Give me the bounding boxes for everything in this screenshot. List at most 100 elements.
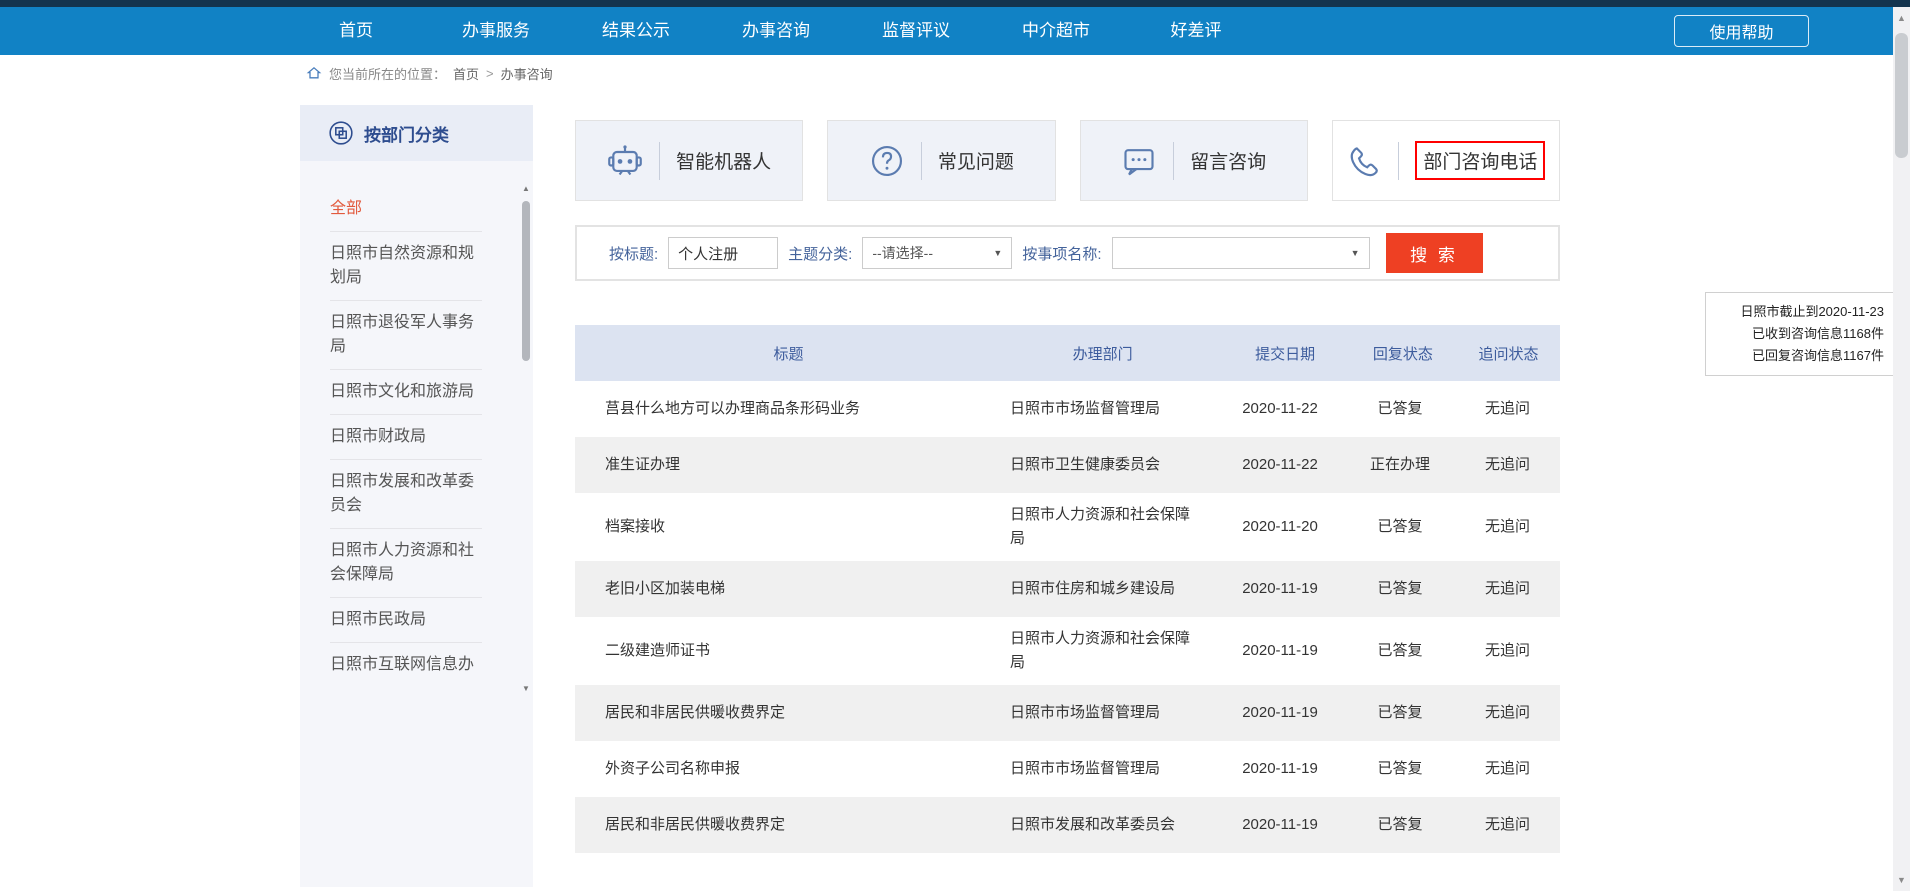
cell-followup-status: 无追问 [1455,685,1560,741]
cell-date: 2020-11-19 [1215,561,1345,617]
nav-item[interactable]: 办事咨询 [706,7,846,55]
sidebar-item[interactable]: 日照市民政局 [330,598,482,643]
help-button[interactable]: 使用帮助 [1674,15,1809,47]
table-header-row: 标题 办理部门 提交日期 回复状态 追问状态 [575,325,1560,381]
cell-followup-status: 无追问 [1455,617,1560,685]
cell-department: 日照市人力资源和社会保障局 [1010,493,1215,561]
breadcrumb-label: 您当前所在的位置： [329,64,446,83]
cell-reply-status: 已答复 [1345,797,1455,853]
scroll-down-icon[interactable]: ▼ [1893,875,1910,885]
sidebar-item[interactable]: 日照市文化和旅游局 [330,370,482,415]
tab-divider [659,142,660,180]
nav-item[interactable]: 中介超市 [986,7,1126,55]
cell-date: 2020-11-22 [1215,381,1345,437]
tab-label: 智能机器人 [676,147,771,174]
cell-date: 2020-11-19 [1215,797,1345,853]
table-row[interactable]: 莒县什么地方可以办理商品条形码业务日照市市场监督管理局2020-11-22已答复… [575,381,1560,437]
sidebar-list: 全部日照市自然资源和规划局日照市退役军人事务局日照市文化和旅游局日照市财政局日照… [330,187,482,687]
sidebar-item[interactable]: 日照市退役军人事务局 [330,301,482,370]
cell-title[interactable]: 老旧小区加装电梯 [575,561,1010,617]
cell-title[interactable]: 外资子公司名称申报 [575,741,1010,797]
table-row[interactable]: 居民和非居民供暖收费界定日照市发展和改革委员会2020-11-19已答复无追问 [575,797,1560,853]
cell-reply-status: 已答复 [1345,493,1455,561]
sidebar-scrollbar-thumb[interactable] [522,201,530,361]
table-row[interactable]: 档案接收日照市人力资源和社会保障局2020-11-20已答复无追问 [575,493,1560,561]
tab-label-highlighted: 部门咨询电话 [1415,141,1545,180]
nav-item[interactable]: 监督评议 [846,7,986,55]
scroll-down-icon[interactable]: ▼ [520,683,532,695]
tab-label: 常见问题 [938,147,1014,174]
sidebar-scrollbar[interactable]: ▲ ▼ [520,183,532,695]
tab-faq[interactable]: 常见问题 [827,120,1055,201]
tab-message-consult[interactable]: 留言咨询 [1080,120,1308,201]
title-search-input[interactable] [668,237,778,269]
scroll-up-icon[interactable]: ▲ [1893,13,1910,23]
table-row[interactable]: 准生证办理日照市卫生健康委员会2020-11-22正在办理无追问 [575,437,1560,493]
column-header-reply-status: 回复状态 [1349,325,1457,381]
page-scrollbar-thumb[interactable] [1895,33,1908,158]
table-row[interactable]: 外资子公司名称申报日照市市场监督管理局2020-11-19已答复无追问 [575,741,1560,797]
nav-item[interactable]: 办事服务 [426,7,566,55]
nav-item[interactable]: 结果公示 [566,7,706,55]
table-row[interactable]: 二级建造师证书日照市人力资源和社会保障局2020-11-19已答复无追问 [575,617,1560,685]
nav-item[interactable]: 首页 [286,7,426,55]
cell-title[interactable]: 准生证办理 [575,437,1010,493]
cell-followup-status: 无追问 [1455,437,1560,493]
table-row[interactable]: 老旧小区加装电梯日照市住房和城乡建设局2020-11-19已答复无追问 [575,561,1560,617]
table-row[interactable]: 居民和非居民供暖收费界定日照市市场监督管理局2020-11-19已答复无追问 [575,685,1560,741]
sidebar-item[interactable]: 全部 [330,187,482,232]
sidebar-item[interactable]: 日照市自然资源和规划局 [330,232,482,301]
breadcrumb-home-link[interactable]: 首页 [453,64,479,83]
search-button[interactable]: 搜 索 [1386,233,1483,273]
sidebar-item[interactable]: 日照市财政局 [330,415,482,460]
item-name-select[interactable]: ▼ [1112,237,1370,269]
cell-followup-status: 无追问 [1455,561,1560,617]
cell-title[interactable]: 居民和非居民供暖收费界定 [575,685,1010,741]
cell-reply-status: 已答复 [1345,617,1455,685]
column-header-title: 标题 [575,325,1002,381]
main-content: 智能机器人 常见问题 [575,120,1560,853]
chevron-down-icon: ▼ [1351,248,1360,258]
category-icon [328,120,354,146]
cell-reply-status: 已答复 [1345,685,1455,741]
cell-department: 日照市卫生健康委员会 [1010,437,1215,493]
breadcrumb: 您当前所在的位置： 首页 > 办事咨询 [306,55,553,91]
tab-divider [1173,142,1174,180]
nav-item[interactable]: 好差评 [1126,7,1266,55]
cell-department: 日照市发展和改革委员会 [1010,797,1215,853]
stats-notice-box: 日照市截止到2020-11-23已收到咨询信息1168件已回复咨询信息1167件 [1705,292,1895,376]
category-select[interactable]: --请选择-- ▼ [862,237,1012,269]
sidebar: 按部门分类 全部日照市自然资源和规划局日照市退役军人事务局日照市文化和旅游局日照… [300,105,533,887]
cell-department: 日照市住房和城乡建设局 [1010,561,1215,617]
breadcrumb-separator: > [486,66,494,81]
cell-title[interactable]: 居民和非居民供暖收费界定 [575,797,1010,853]
search-bar: 按标题: 主题分类: --请选择-- ▼ 按事项名称: ▼ 搜 索 [575,225,1560,281]
cell-title[interactable]: 莒县什么地方可以办理商品条形码业务 [575,381,1010,437]
cell-reply-status: 已答复 [1345,741,1455,797]
item-name-label: 按事项名称: [1022,243,1101,264]
sidebar-item[interactable]: 日照市发展和改革委员会 [330,460,482,529]
column-header-department: 办理部门 [1002,325,1221,381]
tab-phone-consult[interactable]: 部门咨询电话 [1332,120,1560,201]
tab-divider [1398,142,1399,180]
breadcrumb-current[interactable]: 办事咨询 [501,64,553,83]
sidebar-item[interactable]: 日照市人力资源和社会保障局 [330,529,482,598]
cell-department: 日照市市场监督管理局 [1010,741,1215,797]
cell-title[interactable]: 二级建造师证书 [575,617,1010,685]
sidebar-title: 按部门分类 [364,121,449,146]
cell-followup-status: 无追问 [1455,381,1560,437]
cell-date: 2020-11-22 [1215,437,1345,493]
cell-reply-status: 已答复 [1345,381,1455,437]
cell-title[interactable]: 档案接收 [575,493,1010,561]
phone-icon [1346,143,1382,179]
message-icon [1121,143,1157,179]
cell-date: 2020-11-19 [1215,617,1345,685]
tab-smart-robot[interactable]: 智能机器人 [575,120,803,201]
cell-date: 2020-11-19 [1215,685,1345,741]
cell-date: 2020-11-20 [1215,493,1345,561]
title-search-label: 按标题: [609,243,658,264]
sidebar-item[interactable]: 日照市互联网信息办 [330,643,482,687]
notice-line: 已回复咨询信息1167件 [1716,345,1884,367]
page-scrollbar[interactable]: ▲ ▼ [1893,7,1910,891]
scroll-up-icon[interactable]: ▲ [520,183,532,195]
